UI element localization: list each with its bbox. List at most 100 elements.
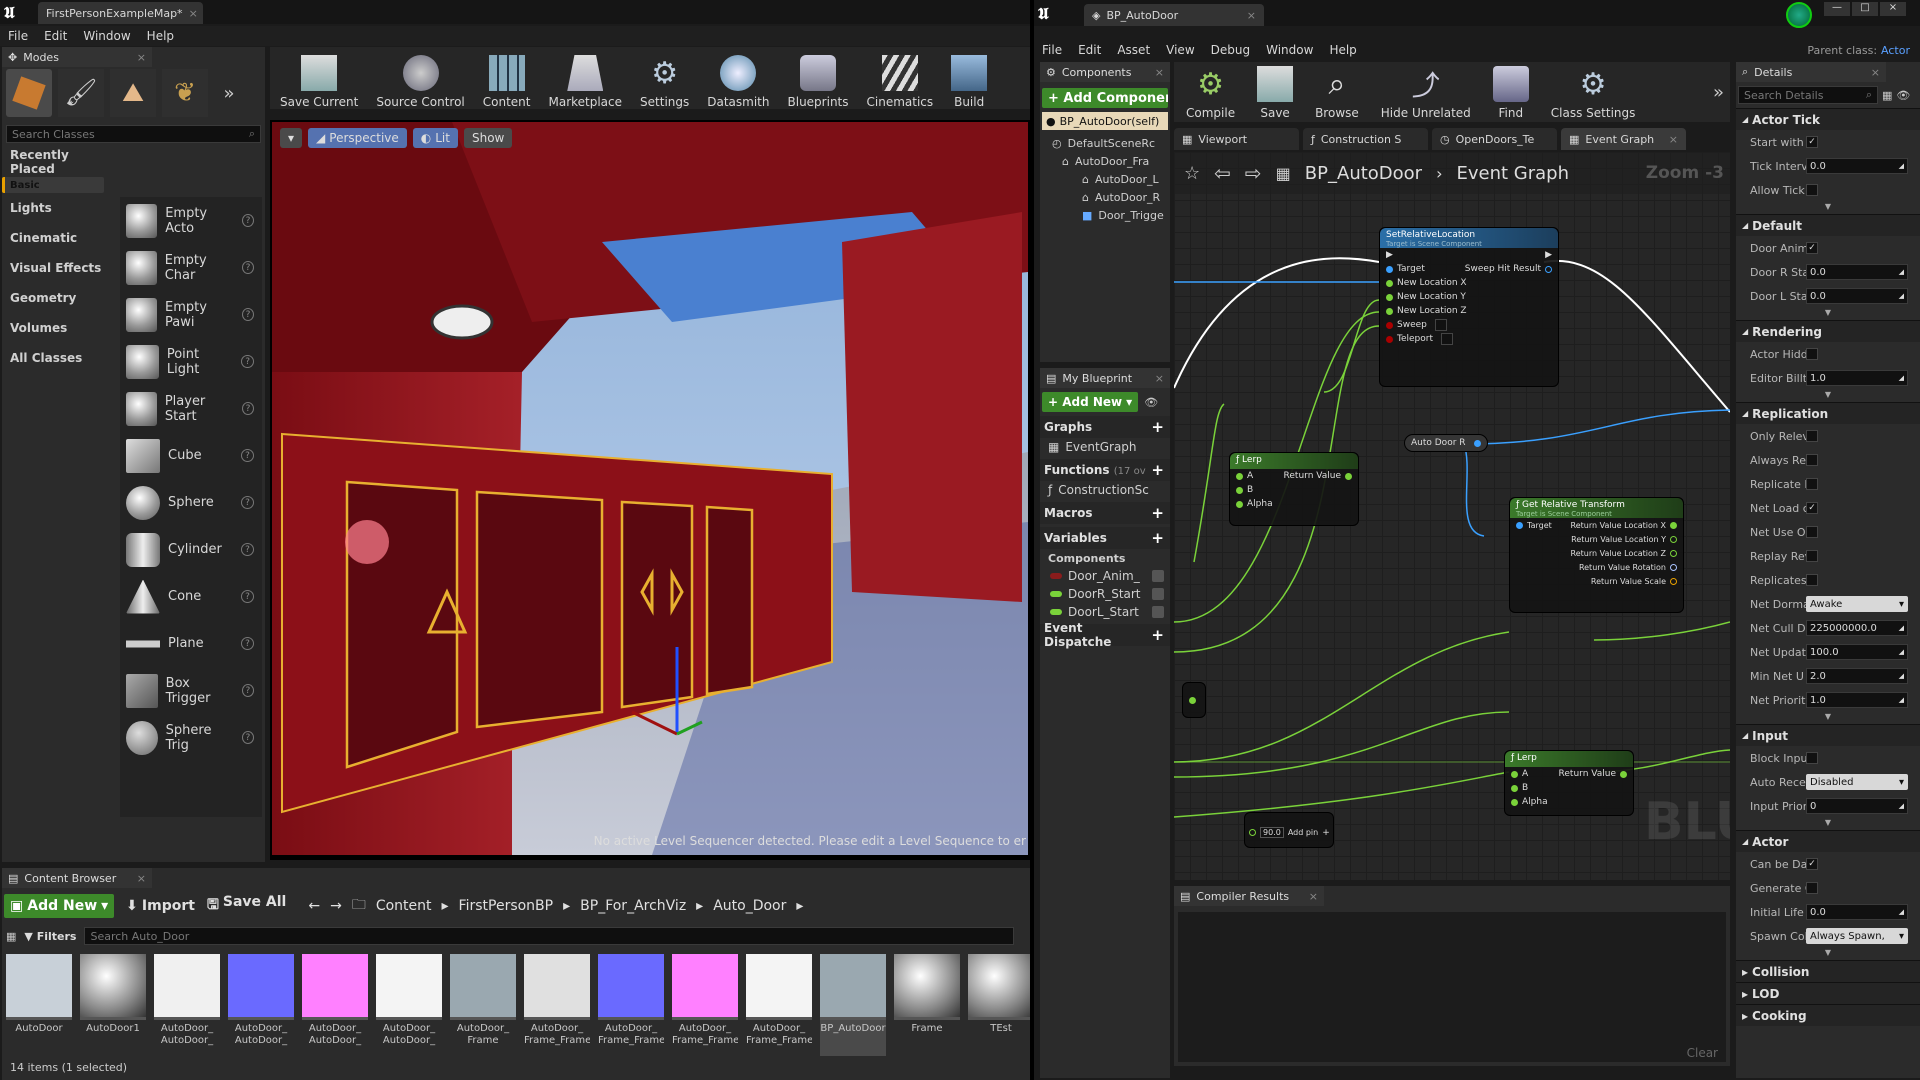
asset-tile[interactable]: AutoDoor_ Frame_Frame — [598, 954, 664, 1056]
property-checkbox[interactable]: ✓ — [1806, 858, 1818, 870]
breadcrumb-firstpersonbp[interactable]: FirstPersonBP — [459, 898, 554, 914]
variable-item[interactable]: DoorR_Start — [1040, 585, 1170, 603]
chevron-right-icon[interactable]: ▸ — [696, 898, 703, 914]
expand-advanced-icon[interactable]: ▼ — [1736, 308, 1920, 320]
pin-dot[interactable] — [1345, 472, 1352, 480]
datasmith-button[interactable]: Datasmith — [703, 47, 773, 109]
help-icon[interactable]: ? — [242, 261, 254, 274]
details-section-header[interactable]: ▸ Cooking — [1736, 1004, 1920, 1026]
close-icon[interactable]: × — [1669, 133, 1678, 146]
event-dispatchers-section[interactable]: Event Dispatche + — [1040, 621, 1170, 649]
build-button[interactable]: Build — [947, 47, 991, 109]
place-item[interactable]: Plane? — [120, 620, 262, 667]
menu-help[interactable]: Help — [139, 29, 182, 43]
pin-dot[interactable] — [1249, 829, 1256, 836]
menu-window[interactable]: Window — [75, 29, 138, 43]
menu-edit[interactable]: Edit — [1070, 43, 1109, 57]
set-relative-location-node[interactable]: SetRelativeLocation Target is Scene Compo… — [1379, 227, 1559, 387]
class-settings-button[interactable]: ⚙ Class Settings — [1547, 62, 1640, 121]
property-select[interactable]: Always Spawn, ▾ — [1806, 928, 1908, 944]
expand-advanced-icon[interactable]: ▼ — [1736, 202, 1920, 214]
help-icon[interactable]: ? — [242, 402, 254, 415]
component-item[interactable]: ⌂ AutoDoor_L — [1040, 170, 1170, 188]
property-checkbox[interactable]: ✓ — [1806, 502, 1818, 514]
property-checkbox[interactable] — [1806, 478, 1818, 490]
place-item[interactable]: Empty Pawi? — [120, 291, 262, 338]
cinematics-button[interactable]: Cinematics — [863, 47, 938, 109]
event-graph-item[interactable]: ▦ EventGraph — [1040, 438, 1170, 456]
add-float-node[interactable]: 90.0 Add pin + — [1244, 812, 1334, 848]
asset-tile[interactable]: AutoDoor_ Frame_Frame — [524, 954, 590, 1056]
asset-tile[interactable]: BP_AutoDoor — [820, 954, 886, 1056]
filters-button[interactable]: ▼ Filters — [24, 930, 76, 943]
property-input[interactable]: 0 ◢ — [1806, 798, 1908, 814]
property-checkbox[interactable] — [1806, 526, 1818, 538]
clear-button[interactable]: Clear — [1687, 1046, 1718, 1060]
details-section-header[interactable]: ◢ Actor Tick — [1736, 108, 1920, 130]
collapse-arrow-icon[interactable]: ◢ — [1742, 837, 1748, 846]
details-section-header[interactable]: ◢ Actor — [1736, 830, 1920, 852]
asset-tile[interactable]: AutoDoor_ Frame — [450, 954, 516, 1056]
auto-door-r-getter-node[interactable]: Auto Door R — [1404, 434, 1488, 452]
add-graph-icon[interactable]: + — [1151, 418, 1164, 436]
breadcrumb-bp-for-archviz[interactable]: BP_For_ArchViz — [580, 898, 686, 914]
place-item[interactable]: Empty Char? — [120, 244, 262, 291]
asset-tile[interactable]: AutoDoor_ AutoDoor_ — [228, 954, 294, 1056]
collapse-arrow-icon[interactable]: ◢ — [1742, 221, 1748, 230]
landscape-mode-icon[interactable]: ⛰ — [110, 69, 156, 117]
help-icon[interactable]: ? — [241, 590, 254, 603]
menu-asset[interactable]: Asset — [1109, 43, 1158, 57]
property-input[interactable]: 2.0 ◢ — [1806, 668, 1908, 684]
spin-handle-icon[interactable]: ◢ — [1899, 374, 1904, 382]
expand-advanced-icon[interactable]: ▼ — [1736, 818, 1920, 830]
exec-out-pin[interactable]: ▶ — [1545, 250, 1552, 260]
category-lights[interactable]: Lights — [2, 193, 117, 223]
property-checkbox[interactable] — [1806, 574, 1818, 586]
category-visual-effects[interactable]: Visual Effects — [2, 253, 117, 283]
chevron-right-icon[interactable]: ▸ — [796, 898, 803, 914]
property-checkbox[interactable] — [1806, 430, 1818, 442]
pin-dot[interactable] — [1511, 770, 1518, 778]
level-tab[interactable]: FirstPersonExampleMap* × — [38, 2, 203, 24]
property-input[interactable]: 225000000.0 ◢ — [1806, 620, 1908, 636]
hide-unrelated-button[interactable]: ⤴ Hide Unrelated — [1377, 62, 1475, 120]
asset-tile[interactable]: AutoDoor_ Frame_Frame — [746, 954, 812, 1056]
spin-handle-icon[interactable]: ◢ — [1899, 648, 1904, 656]
property-checkbox[interactable]: ✓ — [1806, 136, 1818, 148]
component-self[interactable]: ● BP_AutoDoor(self) — [1042, 112, 1168, 130]
add-new-member-button[interactable]: + Add New ▾ — [1042, 392, 1139, 412]
exec-in-pin[interactable]: ▶ — [1386, 250, 1393, 260]
component-item[interactable]: ■ Door_Trigge — [1040, 206, 1170, 224]
lerp-node[interactable]: ƒ Lerp A Return Value B Alpha — [1229, 452, 1359, 526]
parent-class-link[interactable]: Actor — [1881, 44, 1920, 57]
add-function-icon[interactable]: + — [1151, 461, 1164, 479]
pin-dot[interactable] — [1386, 321, 1393, 329]
tab-viewport[interactable]: ▦ Viewport — [1174, 128, 1299, 150]
add-component-button[interactable]: + Add Component — [1042, 88, 1168, 108]
compiler-results-tab[interactable]: ▤ Compiler Results × — [1174, 886, 1324, 906]
search-details-input[interactable]: Search Details ⌕ — [1738, 86, 1878, 104]
place-item[interactable]: Cone? — [120, 573, 262, 620]
help-icon[interactable]: ? — [241, 637, 254, 650]
pin-dot[interactable] — [1670, 521, 1677, 529]
category-cinematic[interactable]: Cinematic — [2, 223, 117, 253]
component-item[interactable]: ⌂ AutoDoor_Fra — [1040, 152, 1170, 170]
help-icon[interactable]: ? — [241, 731, 254, 744]
details-section-header[interactable]: ◢ Replication — [1736, 402, 1920, 424]
close-icon[interactable]: × — [1155, 66, 1164, 79]
spin-handle-icon[interactable]: ◢ — [1899, 268, 1904, 276]
save-button[interactable]: Save — [1253, 62, 1297, 120]
place-mode-icon[interactable] — [6, 69, 52, 117]
close-icon[interactable]: × — [137, 51, 146, 64]
property-checkbox[interactable] — [1806, 752, 1818, 764]
asset-tile[interactable]: AutoDoor — [6, 954, 72, 1056]
add-pin-label[interactable]: Add pin — [1288, 828, 1318, 837]
place-item[interactable]: Sphere Trig? — [120, 714, 262, 761]
add-dispatcher-icon[interactable]: + — [1151, 626, 1164, 644]
add-variable-icon[interactable]: + — [1151, 529, 1164, 547]
help-icon[interactable]: ? — [241, 214, 254, 227]
property-input[interactable]: 1.0 ◢ — [1806, 370, 1908, 386]
pin-dot[interactable] — [1386, 307, 1393, 315]
content-browser-tab[interactable]: ▤ Content Browser × — [2, 868, 152, 888]
more-toolbar-icon[interactable]: » — [1713, 82, 1724, 103]
